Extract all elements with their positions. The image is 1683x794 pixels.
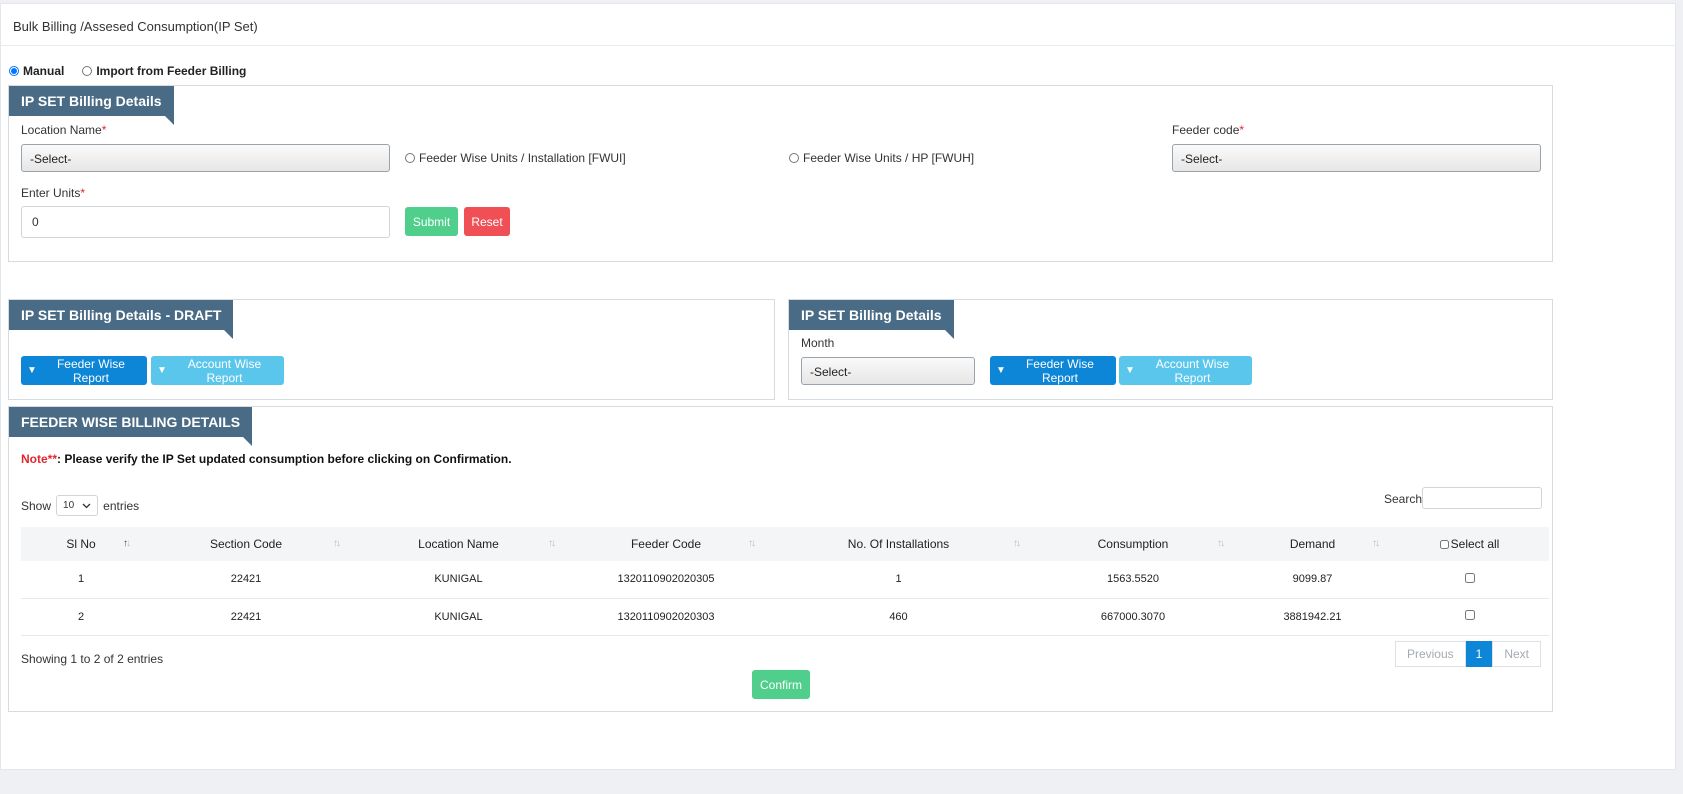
- mode-manual[interactable]: Manual: [9, 64, 64, 78]
- pagination-next[interactable]: Next: [1492, 641, 1541, 667]
- col-consumption[interactable]: Consumption ↑↓: [1031, 527, 1235, 561]
- sort-icon: ↑↓: [1013, 538, 1021, 549]
- draft-heading: IP SET Billing Details - DRAFT: [9, 300, 234, 339]
- confirmation-note: Note**: Please verify the IP Set updated…: [21, 452, 512, 466]
- search-input[interactable]: [1422, 487, 1542, 509]
- feeder-details-heading: FEEDER WISE BILLING DETAILS: [9, 407, 253, 446]
- cell-installations: 1: [895, 573, 902, 586]
- confirm-button[interactable]: Confirm: [752, 670, 810, 699]
- cell-sl-no: 1: [77, 573, 85, 586]
- feeder-billing-table: Sl No ↑↓ Section Code ↑↓ Location Name ↑↓ F…: [21, 527, 1549, 636]
- select-all-checkbox[interactable]: [1439, 540, 1449, 549]
- cell-consumption: 1563.5520: [1107, 573, 1159, 586]
- cell-consumption: 667000.3070: [1100, 610, 1166, 623]
- feeder-code-label: Feeder code*: [1172, 123, 1245, 137]
- page-container: Bulk Billing /Assesed Consumption(IP Set…: [0, 3, 1676, 770]
- sort-icon: ↑↓: [1372, 538, 1380, 549]
- mode-manual-label: Manual: [23, 64, 65, 78]
- radio-fwui-input[interactable]: [405, 153, 415, 163]
- feeder-details-panel: FEEDER WISE BILLING DETAILS Note**: Plea…: [8, 406, 1553, 712]
- draft-feeder-report-button[interactable]: ▼ Feeder Wise Report: [21, 356, 147, 385]
- billing-form-heading: IP SET Billing Details: [9, 86, 174, 125]
- dropdown-triangle-icon: ▼: [996, 365, 1006, 376]
- table-row: 1 22421 KUNIGAL 1320110902020305 1 1563.…: [21, 561, 1549, 598]
- mode-import[interactable]: Import from Feeder Billing: [82, 64, 246, 78]
- table-row: 2 22421 KUNIGAL 1320110902020303 460 667…: [21, 598, 1549, 635]
- mode-selector: Manual Import from Feeder Billing: [9, 64, 246, 78]
- pagination-previous[interactable]: Previous: [1394, 641, 1466, 667]
- col-demand[interactable]: Demand ↑↓: [1235, 527, 1390, 561]
- location-select[interactable]: -Select-: [21, 144, 390, 172]
- col-sl-no[interactable]: Sl No ↑↓: [21, 527, 141, 561]
- location-label: Location Name*: [21, 123, 107, 137]
- feeder-code-select[interactable]: -Select-: [1172, 144, 1541, 172]
- sort-icon: ↑↓: [1217, 538, 1225, 549]
- col-select-all[interactable]: Select all: [1390, 527, 1549, 561]
- page-title: Bulk Billing /Assesed Consumption(IP Set…: [1, 4, 1675, 46]
- monthly-heading: IP SET Billing Details: [789, 300, 954, 339]
- submit-button[interactable]: Submit: [405, 207, 458, 236]
- radio-fwuh[interactable]: Feeder Wise Units / HP [FWUH]: [789, 151, 974, 165]
- col-installations[interactable]: No. Of Installations ↑↓: [766, 527, 1031, 561]
- cell-demand: 3881942.21: [1283, 610, 1342, 623]
- radio-fwui[interactable]: Feeder Wise Units / Installation [FWUI]: [405, 151, 626, 165]
- radio-fwuh-input[interactable]: [789, 153, 799, 163]
- entries-select[interactable]: 10: [56, 495, 99, 516]
- draft-account-report-button[interactable]: ▼ Account Wise Report: [151, 356, 284, 385]
- cell-select: [1390, 598, 1549, 635]
- cell-location-name: KUNIGAL: [434, 610, 483, 623]
- sort-icon: ↑↓: [548, 538, 556, 549]
- month-label: Month: [801, 336, 835, 350]
- table-header-row: Sl No ↑↓ Section Code ↑↓ Location Name ↑↓ F…: [21, 527, 1549, 561]
- search-label: Search:: [1384, 492, 1426, 506]
- sort-icon: ↑↓: [333, 538, 341, 549]
- cell-section-code: 22421: [230, 573, 262, 586]
- sort-icon: ↑↓: [748, 538, 756, 549]
- dropdown-triangle-icon: ▼: [27, 365, 37, 376]
- cell-feeder-code: 1320110902020305: [617, 573, 715, 586]
- mode-import-label: Import from Feeder Billing: [96, 64, 247, 78]
- units-input[interactable]: [21, 206, 390, 238]
- row-checkbox[interactable]: [1464, 610, 1475, 620]
- monthly-panel: IP SET Billing Details Month -Select- ▼ …: [788, 299, 1553, 400]
- month-select[interactable]: -Select-: [801, 357, 975, 385]
- sort-icon: ↑↓: [123, 538, 131, 549]
- dropdown-triangle-icon: ▼: [1125, 365, 1135, 376]
- mode-manual-radio[interactable]: [9, 66, 19, 76]
- mode-import-radio[interactable]: [82, 66, 93, 76]
- billing-form-panel: IP SET Billing Details Location Name* -S…: [8, 85, 1553, 262]
- cell-feeder-code: 1320110902020303: [617, 610, 715, 623]
- cell-select: [1390, 561, 1549, 598]
- col-location-name[interactable]: Location Name ↑↓: [351, 527, 566, 561]
- page-length-control: Show 10 entries: [21, 495, 139, 516]
- pagination: Previous 1 Next: [1394, 641, 1541, 667]
- monthly-account-report-button[interactable]: ▼ Account Wise Report: [1119, 356, 1252, 385]
- table-info: Showing 1 to 2 of 2 entries: [21, 652, 164, 666]
- chevron-down-icon: [82, 503, 91, 508]
- cell-sl-no: 2: [77, 610, 85, 623]
- col-feeder-code[interactable]: Feeder Code ↑↓: [566, 527, 766, 561]
- dropdown-triangle-icon: ▼: [157, 365, 167, 376]
- cell-installations: 460: [889, 610, 908, 623]
- draft-panel: IP SET Billing Details - DRAFT ▼ Feeder …: [8, 299, 775, 400]
- cell-demand: 9099.87: [1292, 573, 1333, 586]
- cell-section-code: 22421: [230, 610, 262, 623]
- pagination-page-1[interactable]: 1: [1465, 641, 1493, 667]
- units-label: Enter Units*: [21, 186, 86, 200]
- col-section-code[interactable]: Section Code ↑↓: [141, 527, 351, 561]
- reset-button[interactable]: Reset: [464, 207, 510, 236]
- monthly-feeder-report-button[interactable]: ▼ Feeder Wise Report: [990, 356, 1116, 385]
- cell-location-name: KUNIGAL: [434, 573, 483, 586]
- row-checkbox[interactable]: [1464, 572, 1475, 583]
